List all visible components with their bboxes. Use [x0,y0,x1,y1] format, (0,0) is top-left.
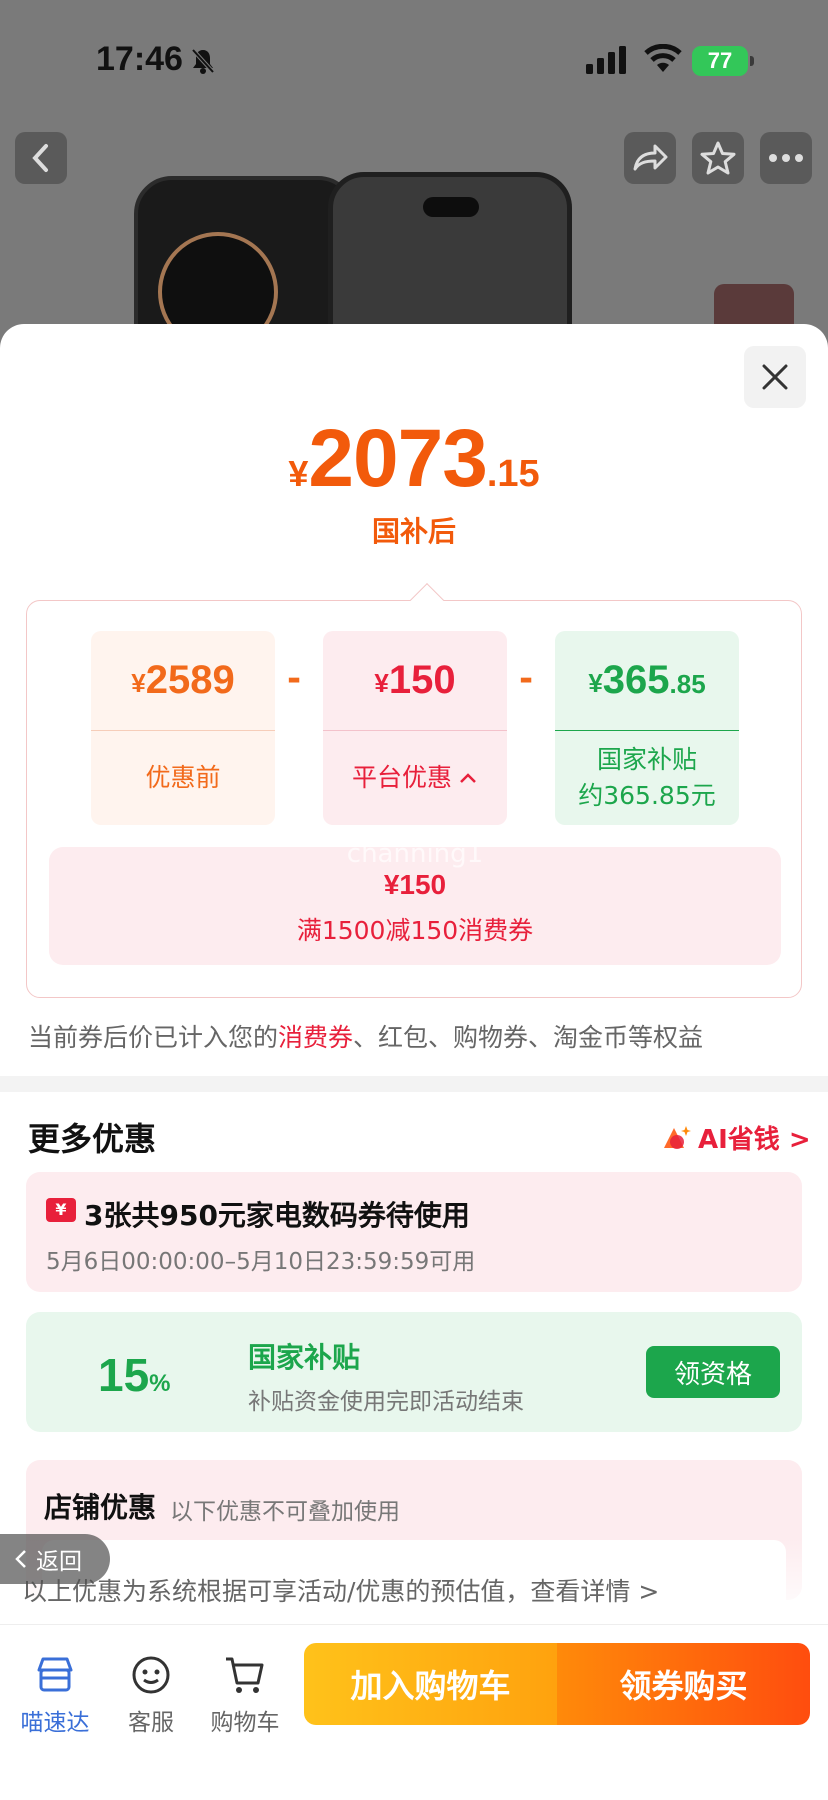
note-highlight: 消费券 [278,1023,354,1052]
front-camera-pill [423,197,479,217]
back-button[interactable] [15,132,67,184]
status-bar: 17:46 77 [0,0,828,120]
share-button[interactable] [624,132,676,184]
discount-sheet: ¥2073.15 国补后 ¥2589 优惠前 - ¥150 平台优惠 - ¥36… [0,324,828,1800]
platform-discount-card[interactable]: ¥150 平台优惠 [323,631,507,825]
platform-label-row: 平台优惠 [323,731,507,825]
chevron-up-icon [460,773,476,783]
tab-store-label: 喵速达 [20,1710,90,1736]
national-subsidy-card: ¥365.85 国家补贴 约365.85元 [555,631,739,825]
price-integer: 2073 [308,413,487,504]
close-icon [762,364,788,390]
tab-store[interactable]: 喵速达 [10,1653,100,1737]
add-to-cart-button[interactable]: 加入购物车 [304,1643,557,1725]
subsidy-decimal: .85 [669,669,706,699]
price-note: 当前券后价已计入您的消费券、红包、购物券、淘金币等权益 [28,1018,703,1054]
chat-face-icon [132,1656,170,1694]
estimate-disclaimer[interactable]: 以上优惠为系统根据可享活动/优惠的预估值，查看详情 > [22,1572,659,1608]
tab-customer-service-label: 客服 [128,1710,174,1736]
consumer-coupon-detail: channing1 ¥150 满1500减150消费券 [49,839,781,965]
section-divider [0,1076,828,1092]
status-time: 17:46 [96,40,183,78]
subsidy-percent-sign: % [149,1370,171,1397]
subsidy-title: 国家补贴 [248,1341,361,1374]
coupon-description: 满1500减150消费券 [296,916,534,945]
subsidy-symbol: ¥ [588,668,603,698]
tab-cart[interactable]: 购物车 [200,1653,290,1737]
breakdown-notch [410,583,444,617]
subsidy-percent-value: 15 [98,1349,150,1401]
coupon-amount: ¥150 [383,869,447,900]
pending-coupons-row[interactable]: ¥ 3张共950元家电数码券待使用 5月6日00:00:00–5月10日23:5… [26,1172,802,1292]
ai-sparkle-icon [664,1125,691,1149]
cart-icon [226,1657,264,1693]
price-breakdown: ¥2589 优惠前 - ¥150 平台优惠 - ¥365.85 国家补贴 约36… [26,583,802,998]
more-discounts-title: 更多优惠 [28,1120,157,1158]
share-icon [633,144,668,171]
note-prefix: 当前券后价已计入您的 [28,1023,279,1052]
store-discounts-title: 店铺优惠 [44,1491,157,1524]
watermark: channing1 [346,839,484,869]
claim-eligibility-button[interactable]: 领资格 [646,1346,780,1398]
store-icon [37,1657,73,1692]
national-subsidy-row: 15% 国家补贴 补贴资金使用完即活动结束 领资格 [26,1312,802,1432]
return-label: 返回 [36,1549,82,1575]
star-icon [700,141,736,175]
battery-indicator: 77 [692,46,754,76]
coupon-ticket-icon: ¥ [46,1198,76,1222]
bell-muted-icon [191,48,215,74]
price-symbol: ¥ [288,453,309,494]
purchase-actions: 加入购物车 领券购买 [304,1643,810,1725]
pending-coupons-validity: 5月6日00:00:00–5月10日23:59:59可用 [46,1249,476,1275]
original-symbol: ¥ [131,668,146,698]
final-price: ¥2073.15 [0,412,828,506]
minus-sign: - [287,659,302,699]
platform-value: 150 [388,658,456,702]
close-button[interactable] [744,346,806,408]
subsidy-percent: 15% [98,1348,171,1402]
signal-icon [586,46,626,74]
subsidy-subtitle: 补贴资金使用完即活动结束 [248,1389,524,1415]
original-price-card: ¥2589 优惠前 [91,631,275,825]
price-decimal: .15 [486,453,540,495]
platform-symbol: ¥ [374,668,389,698]
wifi-icon [644,44,682,72]
favorite-button[interactable] [692,132,744,184]
claim-and-buy-button[interactable]: 领券购买 [557,1643,810,1725]
subsidy-label-line1: 国家补贴 [596,745,697,774]
more-icon [769,154,803,162]
subsidy-label: 国家补贴 约365.85元 [555,731,739,825]
return-pill[interactable]: 返回 [0,1534,110,1584]
tab-cart-label: 购物车 [210,1710,280,1736]
chevron-left-icon [32,144,48,172]
battery-level: 77 [707,48,733,73]
original-label: 优惠前 [145,763,221,792]
more-button[interactable] [760,132,812,184]
chevron-left-icon [15,1550,26,1568]
minus-sign: - [519,659,534,699]
ai-save-label: AI省钱 > [698,1125,811,1155]
tab-customer-service[interactable]: 客服 [106,1653,196,1737]
pending-coupons-title: 3张共950元家电数码券待使用 [84,1199,470,1232]
subsidy-value: 365 [602,658,670,702]
store-discounts-subtitle: 以下优惠不可叠加使用 [170,1499,400,1525]
platform-label: 平台优惠 [351,763,452,792]
price-label: 国补后 [371,515,456,548]
original-value: 2589 [145,658,235,702]
ai-save-link[interactable]: AI省钱 > [662,1119,811,1156]
note-suffix: 、红包、购物券、淘金币等权益 [353,1023,704,1052]
bottom-action-bar: 喵速达 客服 购物车 加入购物车 领券购买 [0,1624,828,1800]
subsidy-label-line2: 约365.85元 [578,781,716,810]
